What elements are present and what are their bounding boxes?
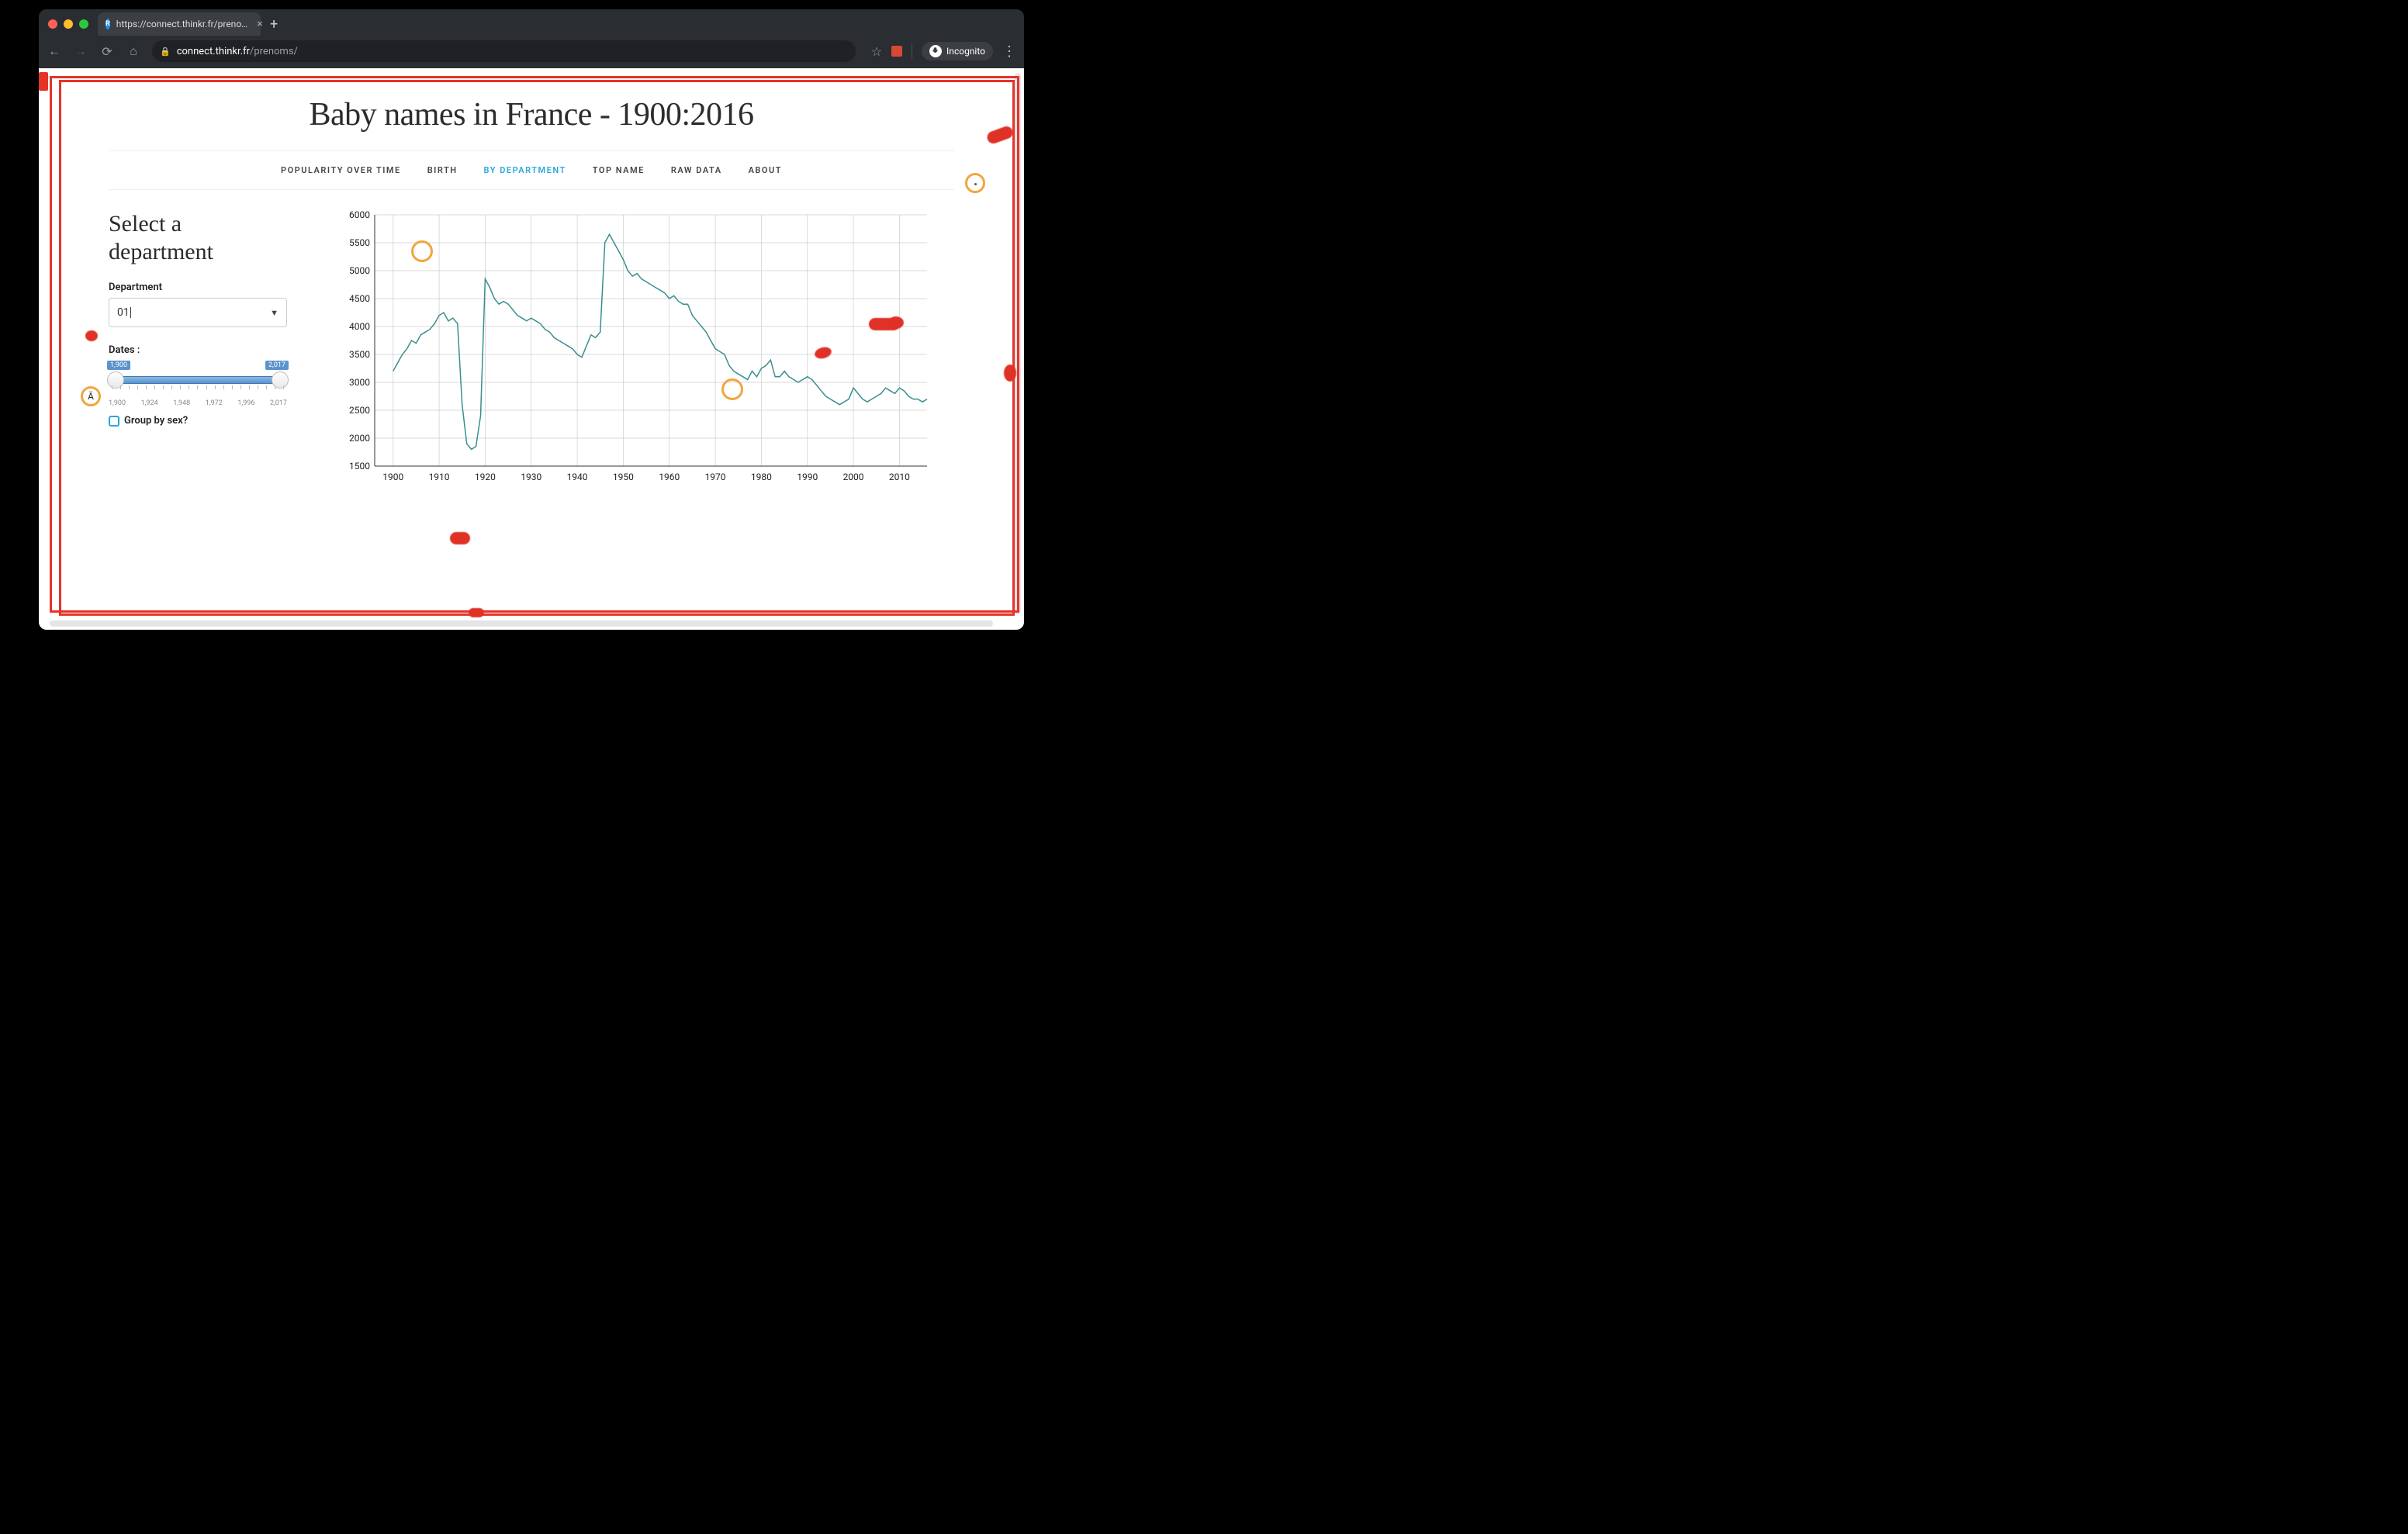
nav-tab-popularity-over-time[interactable]: Popularity over time <box>281 165 401 175</box>
sidebar-heading: Select a department <box>109 210 287 266</box>
titlebar: R https://connect.thinkr.fr/preno… × + <box>39 9 1024 39</box>
slider-track[interactable] <box>113 376 282 384</box>
dates-slider[interactable]: 1,900 2,017 <box>109 362 287 395</box>
nav-tab-by-department[interactable]: By department <box>484 165 566 175</box>
checkbox-label: Group by sex? <box>124 415 188 427</box>
sidebar: Select a department Department 01 ▼ Date… <box>109 210 287 489</box>
group-by-sex-checkbox[interactable]: Group by sex? <box>109 415 287 427</box>
traffic-lights <box>48 19 88 29</box>
slider-tick-label: 1,972 <box>206 399 223 407</box>
slider-tick-label: 1,948 <box>173 399 190 407</box>
svg-text:1950: 1950 <box>613 472 634 482</box>
slider-max-bubble: 2,017 <box>265 361 289 370</box>
svg-text:2000: 2000 <box>349 433 370 444</box>
lock-icon: 🔒 <box>160 47 171 57</box>
page-viewport: Baby names in France - 1900:2016 Popular… <box>39 68 1024 630</box>
slider-tick-labels: 1,900 1,924 1,948 1,972 1,996 2,017 <box>109 399 287 407</box>
svg-text:2010: 2010 <box>889 472 910 482</box>
close-tab-button[interactable]: × <box>257 18 262 30</box>
svg-text:1960: 1960 <box>659 472 680 482</box>
svg-text:1970: 1970 <box>705 472 726 482</box>
forward-button[interactable]: → <box>73 43 88 59</box>
svg-text:1500: 1500 <box>349 461 370 472</box>
address-bar-row: ← → ⟳ ⌂ 🔒 connect.thinkr.fr/prenoms/ ☆ I… <box>39 39 1024 68</box>
checkbox-icon[interactable] <box>109 416 119 427</box>
scrollbar-vertical[interactable] <box>1015 73 1021 614</box>
incognito-label: Incognito <box>946 46 985 57</box>
home-button[interactable]: ⌂ <box>126 43 141 59</box>
extension-icon[interactable] <box>891 46 902 57</box>
dept-value: 01 <box>117 306 131 319</box>
svg-text:4000: 4000 <box>349 321 370 332</box>
address-bar[interactable]: 🔒 connect.thinkr.fr/prenoms/ <box>152 40 856 62</box>
nav-tab-birth[interactable]: Birth <box>427 165 458 175</box>
svg-text:1990: 1990 <box>797 472 818 482</box>
browser-tab[interactable]: R https://connect.thinkr.fr/preno… × <box>98 12 261 36</box>
slider-ticks <box>112 385 284 390</box>
dept-select[interactable]: 01 ▼ <box>109 298 287 327</box>
scrollbar-horizontal[interactable] <box>50 620 993 627</box>
svg-text:4500: 4500 <box>349 293 370 304</box>
slider-tick-label: 1,996 <box>237 399 254 407</box>
chevron-down-icon: ▼ <box>270 308 279 318</box>
svg-text:1910: 1910 <box>429 472 450 482</box>
bookmark-button[interactable]: ☆ <box>871 44 882 59</box>
browser-menu-button[interactable]: ⋮ <box>1002 43 1016 60</box>
svg-text:5500: 5500 <box>349 237 370 248</box>
nav-tab-top-name[interactable]: Top name <box>593 165 645 175</box>
svg-text:1980: 1980 <box>751 472 772 482</box>
dept-label: Department <box>109 282 287 293</box>
svg-text:6000: 6000 <box>349 210 370 220</box>
incognito-badge[interactable]: Incognito <box>922 42 993 60</box>
back-button[interactable]: ← <box>47 43 62 59</box>
incognito-icon <box>929 45 942 57</box>
url-domain: connect.thinkr.fr <box>177 46 250 57</box>
tab-title: https://connect.thinkr.fr/preno… <box>116 19 247 29</box>
svg-text:1940: 1940 <box>567 472 588 482</box>
svg-text:3000: 3000 <box>349 377 370 388</box>
nav-tab-about[interactable]: About <box>749 165 782 175</box>
new-tab-button[interactable]: + <box>270 16 278 33</box>
chart-series-line <box>393 234 927 449</box>
svg-text:2500: 2500 <box>349 405 370 416</box>
svg-text:2000: 2000 <box>843 472 864 482</box>
window-close-button[interactable] <box>48 19 57 29</box>
nav-tabs: Popularity over time Birth By department To… <box>109 150 954 190</box>
chart: 1500 2000 2500 3000 3500 4000 4500 5000 5500 6000… <box>318 210 954 489</box>
reload-button[interactable]: ⟳ <box>99 44 115 59</box>
browser-window: R https://connect.thinkr.fr/preno… × + ←… <box>39 9 1024 630</box>
dates-label: Dates : <box>109 344 287 356</box>
nav-tab-raw-data[interactable]: Raw data <box>671 165 722 175</box>
svg-text:1920: 1920 <box>475 472 496 482</box>
svg-text:5000: 5000 <box>349 265 370 276</box>
slider-min-bubble: 1,900 <box>107 361 130 370</box>
slider-tick-label: 1,924 <box>141 399 158 407</box>
window-minimize-button[interactable] <box>64 19 73 29</box>
slider-tick-label: 1,900 <box>109 399 126 407</box>
window-zoom-button[interactable] <box>79 19 88 29</box>
svg-text:1930: 1930 <box>521 472 541 482</box>
slider-tick-label: 2,017 <box>270 399 287 407</box>
svg-text:1900: 1900 <box>382 472 403 482</box>
page-title: Baby names in France - 1900:2016 <box>109 96 954 133</box>
svg-text:3500: 3500 <box>349 349 370 360</box>
favicon-icon: R <box>106 19 110 29</box>
url-path: /prenoms/ <box>250 46 298 57</box>
